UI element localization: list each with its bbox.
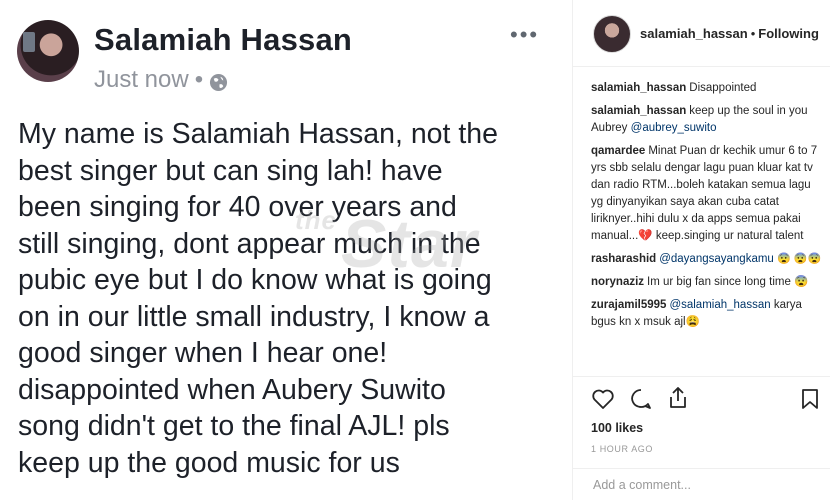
comment-text: 😨 😨😨 [777,253,822,265]
comment-mention[interactable]: @dayangsayangkamu [659,253,774,265]
dot-separator: • [750,26,756,41]
comment: norynaziz Im ur big fan since long time 😨 [591,274,825,291]
post-meta: Just now • [94,66,228,94]
post-text-line: pubic eye but I do know what is going [18,264,492,296]
comment: zurajamil5995 @salamiah_hassan karya bgus… [591,297,825,331]
comment-text: Im ur big fan since long time 😨 [647,276,809,288]
more-options-icon[interactable]: ••• [510,22,539,48]
instagram-panel: salamiah_hassan • Following salamiah_hassa… [572,0,830,500]
profile-avatar[interactable] [593,15,631,53]
post-text-line: good singer when I hear one! [18,337,388,369]
post-text-line: best singer but can sing lah! have [18,154,443,187]
comment-mention[interactable]: @salamiah_hassan [669,299,770,311]
instagram-header: salamiah_hassan • Following [573,0,830,67]
post-timestamp[interactable]: Just now [94,66,189,94]
post-text-line: on in our little small industry, I know … [18,300,490,333]
post-text-line: song didn't get to the final AJL! pls [18,410,450,442]
comment-list: salamiah_hassan Disappointed salamiah_has… [591,80,825,380]
comment: qamardee Minat Puan dr kechik umur 6 to 7… [591,143,825,245]
post-text-line: keep up the good music for us [18,446,400,479]
author-avatar[interactable] [17,20,79,82]
author-name[interactable]: Salamiah Hassan [94,22,352,58]
add-comment-input[interactable] [591,477,815,493]
comment: salamiah_hassan keep up the soul in you A… [591,103,825,137]
comment-text: Disappointed [689,82,757,94]
profile-row: salamiah_hassan • Following [640,26,819,41]
post-text-line: still singing, dont appear much in the [18,227,481,260]
post-text-line: My name is Salamiah Hassan, not the [18,118,498,150]
following-button[interactable]: Following [758,26,819,41]
comment-mention[interactable]: @aubrey_suwito [631,122,717,134]
comment: salamiah_hassan Disappointed [591,80,825,97]
profile-username[interactable]: salamiah_hassan [640,26,748,41]
comment-username[interactable]: salamiah_hassan [591,82,686,94]
comment-username[interactable]: qamardee [591,145,645,157]
post-text-line: been singing for 40 over years and [18,191,457,223]
comment-username[interactable]: norynaziz [591,276,644,288]
post-text-line: disappointed when Aubery Suwito [18,373,446,406]
post-body: My name is Salamiah Hassan, not the best… [18,116,558,481]
globe-icon [209,71,228,91]
meta-separator: • [194,66,204,93]
comment: rasharashid @dayangsayangkamu 😨 😨😨 [591,251,825,268]
share-icon[interactable] [667,386,689,415]
comment-username[interactable]: zurajamil5995 [591,299,666,311]
comment-username[interactable]: salamiah_hassan [591,105,686,117]
comment-icon[interactable] [629,388,653,415]
post-age: 1 HOUR AGO [591,444,654,454]
comment-text: Minat Puan dr kechik umur 6 to 7 yrs sbb… [591,145,818,242]
heart-icon[interactable] [591,388,615,415]
comment-username[interactable]: rasharashid [591,253,656,265]
add-comment-bar [573,468,830,501]
action-bar-divider [573,376,830,378]
likes-count[interactable]: 100 likes [591,421,643,435]
bookmark-icon[interactable] [801,388,819,415]
facebook-post: Salamiah Hassan Just now • ••• My name i… [0,0,568,500]
